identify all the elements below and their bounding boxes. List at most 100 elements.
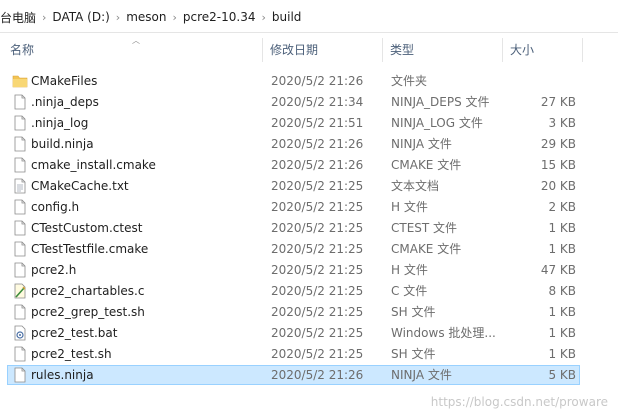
file-type: NINJA 文件 — [391, 137, 452, 151]
file-name: build.ninja — [31, 137, 94, 151]
file-row[interactable]: .ninja_log 2020/5/2 21:51 NINJA_LOG 文件 3 KB — [0, 113, 618, 134]
watermark: https://blog.csdn.net/proware — [430, 395, 608, 409]
breadcrumb-item-data-drive[interactable]: DATA (D:) — [46, 10, 115, 24]
file-date: 2020/5/2 21:25 — [271, 242, 364, 256]
file-name: .ninja_log — [31, 116, 89, 130]
file-date: 2020/5/2 21:25 — [271, 284, 364, 298]
file-size: 29 KB — [540, 137, 576, 151]
file-date: 2020/5/2 21:26 — [271, 137, 364, 151]
file-type: SH 文件 — [391, 347, 436, 361]
file-date: 2020/5/2 21:25 — [271, 347, 364, 361]
file-icon — [12, 94, 28, 110]
folder-icon — [12, 73, 28, 89]
file-type: CTEST 文件 — [391, 221, 458, 235]
file-date: 2020/5/2 21:26 — [271, 368, 364, 382]
file-date: 2020/5/2 21:25 — [271, 179, 364, 193]
file-date: 2020/5/2 21:25 — [271, 326, 364, 340]
file-size: 20 KB — [540, 179, 576, 193]
file-name: pcre2_chartables.c — [31, 284, 145, 298]
column-header-size[interactable]: 大小 — [503, 38, 583, 62]
file-row[interactable]: pcre2_test.bat 2020/5/2 21:25 Windows 批处理.… — [0, 323, 618, 344]
file-size: 2 KB — [548, 200, 576, 214]
file-type: CMAKE 文件 — [391, 242, 462, 256]
file-icon — [12, 220, 28, 236]
file-icon — [12, 262, 28, 278]
file-size: 8 KB — [548, 284, 576, 298]
breadcrumb-item-pcre2[interactable]: pcre2-10.34 — [177, 10, 262, 24]
file-date: 2020/5/2 21:25 — [271, 305, 364, 319]
c-source-icon — [12, 283, 28, 299]
file-row[interactable]: config.h 2020/5/2 21:25 H 文件 2 KB — [0, 197, 618, 218]
breadcrumb-item-this-pc[interactable]: 台电脑 — [0, 9, 42, 26]
file-type: SH 文件 — [391, 305, 436, 319]
file-name: CTestTestfile.cmake — [31, 242, 149, 256]
file-type: C 文件 — [391, 284, 428, 298]
file-size: 1 KB — [548, 347, 576, 361]
file-name: pcre2.h — [31, 263, 77, 277]
file-row[interactable]: build.ninja 2020/5/2 21:26 NINJA 文件 29 KB — [0, 134, 618, 155]
file-icon — [12, 115, 28, 131]
file-name: .ninja_deps — [31, 95, 99, 109]
file-size: 27 KB — [540, 95, 576, 109]
file-icon — [12, 346, 28, 362]
file-size: 3 KB — [548, 116, 576, 130]
file-date: 2020/5/2 21:51 — [271, 116, 364, 130]
file-date: 2020/5/2 21:25 — [271, 200, 364, 214]
file-type: 文本文档 — [391, 179, 440, 193]
file-row[interactable]: CTestTestfile.cmake 2020/5/2 21:25 CMAKE 文… — [0, 239, 618, 260]
file-row[interactable]: CTestCustom.ctest 2020/5/2 21:25 CTEST 文件 1… — [0, 218, 618, 239]
file-name: config.h — [31, 200, 80, 214]
file-name: pcre2_test.sh — [31, 347, 112, 361]
file-row[interactable]: rules.ninja 2020/5/2 21:26 NINJA 文件 5 KB — [0, 365, 618, 386]
file-type: CMAKE 文件 — [391, 158, 462, 172]
file-date: 2020/5/2 21:34 — [271, 95, 364, 109]
file-row[interactable]: pcre2.h 2020/5/2 21:25 H 文件 47 KB — [0, 260, 618, 281]
file-icon — [12, 304, 28, 320]
file-name: CTestCustom.ctest — [31, 221, 143, 235]
file-name: pcre2_grep_test.sh — [31, 305, 145, 319]
file-size: 1 KB — [548, 305, 576, 319]
file-type: NINJA_DEPS 文件 — [391, 95, 490, 109]
file-date: 2020/5/2 21:26 — [271, 158, 364, 172]
breadcrumb: 台电脑 › DATA (D:) › meson › pcre2-10.34 › … — [0, 8, 307, 26]
file-type: 文件夹 — [391, 74, 428, 88]
file-date: 2020/5/2 21:25 — [271, 221, 364, 235]
file-size: 1 KB — [548, 242, 576, 256]
file-row[interactable]: pcre2_test.sh 2020/5/2 21:25 SH 文件 1 KB — [0, 344, 618, 365]
column-header-name[interactable]: 名称 — [3, 38, 263, 62]
file-icon — [12, 241, 28, 257]
file-icon — [12, 199, 28, 215]
file-date: 2020/5/2 21:25 — [271, 263, 364, 277]
file-row[interactable]: CMakeCache.txt 2020/5/2 21:25 文本文档 20 KB — [0, 176, 618, 197]
file-type: H 文件 — [391, 263, 428, 277]
file-size: 15 KB — [540, 158, 576, 172]
file-icon — [12, 157, 28, 173]
batch-file-icon — [12, 325, 28, 341]
file-name: cmake_install.cmake — [31, 158, 156, 172]
file-size: 1 KB — [548, 221, 576, 235]
file-type: H 文件 — [391, 200, 428, 214]
file-type: NINJA 文件 — [391, 368, 452, 382]
file-name: CMakeFiles — [31, 74, 98, 88]
file-date: 2020/5/2 21:26 — [271, 74, 364, 88]
file-row[interactable]: cmake_install.cmake 2020/5/2 21:26 CMAKE 文… — [0, 155, 618, 176]
file-size: 5 KB — [548, 368, 576, 382]
address-bar[interactable]: 台电脑 › DATA (D:) › meson › pcre2-10.34 › … — [0, 0, 618, 33]
file-icon — [12, 136, 28, 152]
file-type: Windows 批处理... — [391, 326, 496, 340]
file-size: 47 KB — [540, 263, 576, 277]
file-row[interactable]: pcre2_grep_test.sh 2020/5/2 21:25 SH 文件 1 K… — [0, 302, 618, 323]
breadcrumb-item-meson[interactable]: meson — [120, 10, 172, 24]
file-name: CMakeCache.txt — [31, 179, 129, 193]
column-header-row: ︿ 名称 修改日期 类型 大小 — [0, 37, 618, 62]
file-icon — [12, 367, 28, 383]
file-name: pcre2_test.bat — [31, 326, 118, 340]
text-file-icon — [12, 178, 28, 194]
file-row[interactable]: CMakeFiles 2020/5/2 21:26 文件夹 — [0, 71, 618, 92]
file-row[interactable]: pcre2_chartables.c 2020/5/2 21:25 C 文件 8 KB — [0, 281, 618, 302]
file-name: rules.ninja — [31, 368, 94, 382]
column-header-type[interactable]: 类型 — [383, 38, 503, 62]
breadcrumb-item-build[interactable]: build — [266, 10, 308, 24]
file-row[interactable]: .ninja_deps 2020/5/2 21:34 NINJA_DEPS 文件 27… — [0, 92, 618, 113]
column-header-date[interactable]: 修改日期 — [263, 38, 383, 62]
